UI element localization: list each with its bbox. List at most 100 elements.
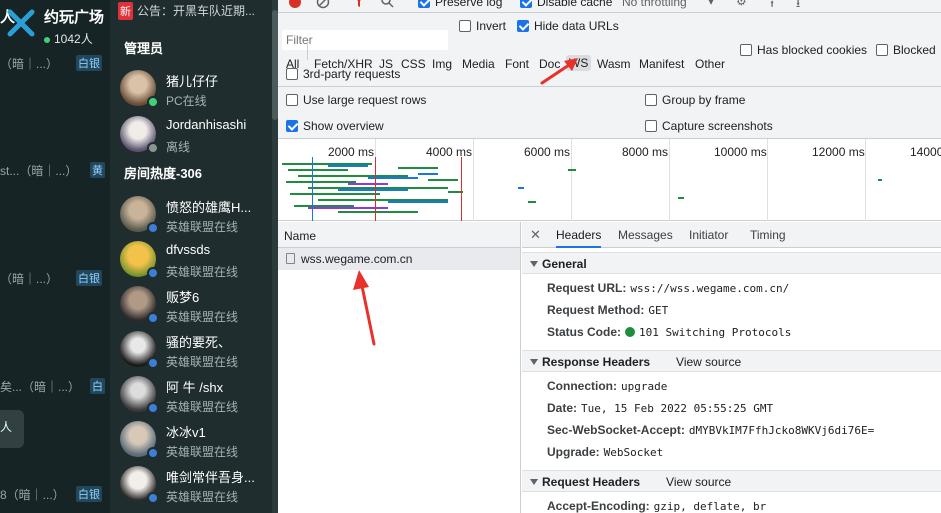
online-status-icon <box>147 96 159 108</box>
ws-accept-row: Sec-WebSocket-Accept: dMYBVkIM7FfhJcko8WK… <box>547 423 875 437</box>
general-section-header[interactable]: General <box>522 252 941 274</box>
preserve-log-checkbox[interactable]: Preserve log <box>418 0 502 9</box>
member-list: 新公告：开黑车队近期... 管理员 猪儿仔仔 PC在线 Jordanhisash… <box>110 0 278 513</box>
admin-section-title: 管理员 <box>124 41 164 56</box>
devtools-network-panel: Preserve log Disable cache No throttling… <box>278 0 941 513</box>
request-headers-section-header[interactable]: Request Headers View source <box>522 470 941 492</box>
annotation-arrow <box>540 58 578 85</box>
request-list: Name wss.wegame.com.cn <box>278 222 521 513</box>
accept-encoding-row: Accept-Encoding: gzip, deflate, br <box>547 499 767 513</box>
chat-app: 人 约玩广场 1042人 （暗｜...） 白银 st...（暗｜...） 黄 （… <box>0 0 278 513</box>
chat-line[interactable]: （暗｜...） <box>0 55 58 72</box>
response-headers-section-header[interactable]: Response Headers View source <box>522 350 941 372</box>
online-count: 1042人 <box>44 30 93 47</box>
type-filter-media[interactable]: Media <box>462 57 495 71</box>
triangle-down-icon <box>530 359 538 365</box>
divider <box>307 44 308 60</box>
upgrade-row: Upgrade: WebSocket <box>547 445 664 459</box>
chat-line[interactable]: 矣...（暗｜...） <box>0 378 80 395</box>
offline-status-icon <box>147 142 159 154</box>
type-filter-img[interactable]: Img <box>432 57 452 71</box>
tab-headers[interactable]: Headers <box>556 228 602 248</box>
third-party-checkbox[interactable]: 3rd-party requests <box>286 67 400 81</box>
chevron-down-icon[interactable]: ▾ <box>708 0 714 8</box>
filter-funnel-icon[interactable] <box>352 0 366 8</box>
rank-badge: 白 <box>90 378 105 394</box>
type-filter-font[interactable]: Font <box>505 57 529 71</box>
room-title: 约玩广场 <box>44 9 105 26</box>
has-blocked-cookies-checkbox[interactable]: Has blocked cookies <box>740 43 867 57</box>
name-column-header[interactable]: Name <box>278 222 520 248</box>
member-item[interactable]: 唯剑常伴吾身... 英雄联盟在线 <box>120 466 270 508</box>
status-code-row: Status Code: 101 Switching Protocols <box>547 325 792 339</box>
throttling-select[interactable]: No throttling <box>622 0 687 9</box>
game-status-icon <box>147 312 159 324</box>
view-source-link[interactable]: View source <box>676 355 741 369</box>
network-conditions-icon[interactable]: ⚙ <box>736 0 747 8</box>
triangle-down-icon <box>530 479 538 485</box>
chat-line[interactable]: 8（暗｜...） <box>0 486 65 503</box>
member-item[interactable]: Jordanhisashi 离线 <box>120 116 270 158</box>
tab-timing[interactable]: Timing <box>750 228 786 242</box>
member-item[interactable]: 愤怒的雄鹰H... 英雄联盟在线 <box>120 196 270 238</box>
details-tabbar: ✕ Headers Messages Initiator Timing <box>522 222 941 248</box>
timeline-overview[interactable]: 2000 ms 4000 ms 6000 ms 8000 ms 10000 ms… <box>278 139 941 221</box>
tab-initiator[interactable]: Initiator <box>689 228 728 242</box>
close-icon[interactable]: ✕ <box>530 227 541 243</box>
request-row[interactable]: wss.wegame.com.cn <box>278 248 520 270</box>
game-status-icon <box>147 402 159 414</box>
date-row: Date: Tue, 15 Feb 2022 05:55:25 GMT <box>547 401 774 415</box>
annotation-arrow <box>353 270 376 346</box>
member-item[interactable]: 冰冰v1 英雄联盟在线 <box>120 421 270 463</box>
announcement[interactable]: 新公告：开黑车队近期... <box>118 2 255 20</box>
type-filter-other[interactable]: Other <box>695 57 725 71</box>
request-url-row: Request URL: wss://wss.wegame.com.cn/ <box>547 281 790 295</box>
chat-message-column: 人 约玩广场 1042人 （暗｜...） 白银 st...（暗｜...） 黄 （… <box>0 0 110 513</box>
chat-line[interactable]: （暗｜...） <box>0 270 58 287</box>
blocked-requests-checkbox[interactable]: Blocked <box>876 43 936 57</box>
rank-badge: 白银 <box>76 55 102 71</box>
capture-screenshots-checkbox[interactable]: Capture screenshots <box>645 119 773 133</box>
chat-line[interactable]: st...（暗｜...） <box>0 162 77 179</box>
new-badge: 新 <box>118 2 133 20</box>
view-source-link[interactable]: View source <box>666 475 731 489</box>
clear-icon[interactable] <box>316 0 330 9</box>
member-item[interactable]: 贩梦6 英雄联盟在线 <box>120 286 270 328</box>
network-toolbar: Preserve log Disable cache No throttling… <box>278 0 941 13</box>
export-har-icon[interactable]: ⭳ <box>796 0 800 12</box>
group-by-frame-checkbox[interactable]: Group by frame <box>645 93 745 107</box>
network-settings: Use large request rows Group by frame Sh… <box>278 87 941 139</box>
filter-bar: Invert Hide data URLs All Fetch/XHR JS C… <box>278 13 941 87</box>
chat-bubble[interactable]: 人 <box>0 410 24 448</box>
disable-cache-checkbox[interactable]: Disable cache <box>520 0 612 9</box>
invert-checkbox[interactable]: Invert <box>459 19 506 33</box>
member-item[interactable]: 猪儿仔仔 PC在线 <box>120 70 270 112</box>
triangle-down-icon <box>530 261 538 267</box>
game-status-icon <box>147 447 159 459</box>
rank-badge: 黄 <box>90 162 105 178</box>
tab-messages[interactable]: Messages <box>618 228 673 242</box>
room-logo-icon <box>7 9 35 37</box>
member-item[interactable]: 骚的要死、 英雄联盟在线 <box>120 331 270 373</box>
room-header: 人 约玩广场 1042人 <box>0 0 110 48</box>
game-status-icon <box>147 267 159 279</box>
member-item[interactable]: dfvssds 英雄联盟在线 <box>120 241 270 283</box>
type-filter-manifest[interactable]: Manifest <box>639 57 684 71</box>
waterfall-overview <box>282 157 882 221</box>
search-icon[interactable] <box>380 0 394 8</box>
rank-badge: 白银 <box>76 270 102 286</box>
type-filter-wasm[interactable]: Wasm <box>597 57 631 71</box>
member-item[interactable]: 阿 牛 /shx 英雄联盟在线 <box>120 376 270 418</box>
import-har-icon[interactable]: ⭱ <box>770 0 774 12</box>
game-status-icon <box>147 492 159 504</box>
record-icon[interactable] <box>288 0 302 9</box>
show-overview-checkbox[interactable]: Show overview <box>286 119 384 133</box>
large-rows-checkbox[interactable]: Use large request rows <box>286 93 426 107</box>
type-filter-css[interactable]: CSS <box>401 57 426 71</box>
request-method-row: Request Method: GET <box>547 303 669 317</box>
rank-badge: 白银 <box>76 486 102 502</box>
online-dot-icon <box>44 36 50 43</box>
game-status-icon <box>147 357 159 369</box>
hide-data-urls-checkbox[interactable]: Hide data URLs <box>517 19 619 33</box>
connection-row: Connection: upgrade <box>547 379 668 393</box>
